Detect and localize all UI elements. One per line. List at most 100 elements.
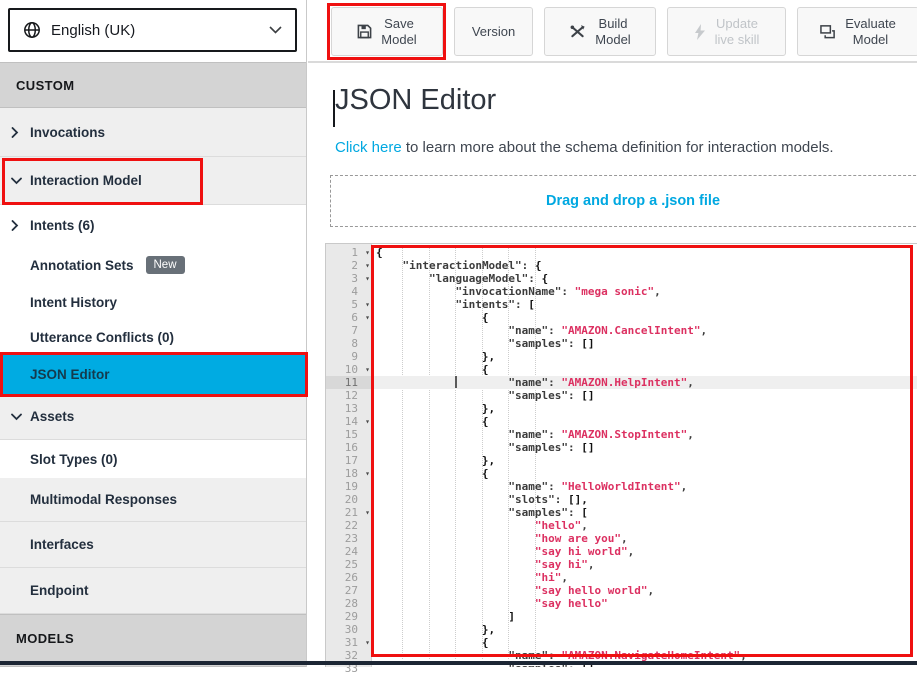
code-line[interactable]: "say hello world",	[372, 584, 917, 597]
code-line[interactable]: "name": "AMAZON.CancelIntent",	[372, 324, 917, 337]
code-line[interactable]: "samples": [	[372, 506, 917, 519]
code-token: {	[482, 311, 489, 324]
code-token: []	[581, 389, 594, 402]
sidebar-item-label: JSON Editor	[30, 367, 110, 382]
code-line[interactable]: "samples": []	[372, 389, 917, 402]
code-line[interactable]: {	[372, 415, 917, 428]
code-line[interactable]: "languageModel": {	[372, 272, 917, 285]
code-line[interactable]: "say hi",	[372, 558, 917, 571]
code-token: []	[581, 441, 594, 454]
version-button[interactable]: Version	[454, 7, 533, 56]
code-token: },	[482, 402, 495, 415]
code-line[interactable]: ]	[372, 610, 917, 623]
line-number: 5▾	[326, 298, 371, 311]
sidebar-item-intent-history[interactable]: Intent History	[0, 284, 306, 320]
build-model-button[interactable]: BuildModel	[544, 7, 656, 56]
schema-help-rest: to learn more about the schema definitio…	[402, 139, 834, 156]
code-token: },	[482, 454, 495, 467]
line-number: 29	[326, 610, 371, 623]
line-number: 23	[326, 532, 371, 545]
sidebar-item-utterance-conflicts[interactable]: Utterance Conflicts (0)	[0, 320, 306, 355]
code-token: "slots":	[508, 493, 568, 506]
sidebar-header-section-custom: CUSTOM	[0, 62, 306, 108]
code-token: "samples":	[508, 441, 581, 454]
json-dropzone[interactable]: Drag and drop a .json file	[330, 175, 917, 227]
code-line[interactable]: "samples": []	[372, 337, 917, 350]
button-label: Updatelive skill	[715, 16, 760, 47]
code-line[interactable]: "samples": []	[372, 441, 917, 454]
code-line[interactable]: "say hi world",	[372, 545, 917, 558]
code-line[interactable]: "name": "AMAZON.StopIntent",	[372, 428, 917, 441]
code-line[interactable]: {	[372, 636, 917, 649]
code-token: "languageModel":	[429, 272, 542, 285]
json-code-editor[interactable]: 1▾2▾3▾45▾6▾78910▾11121314▾15161718▾19202…	[325, 243, 917, 667]
code-line[interactable]: "invocationName": "mega sonic",	[372, 285, 917, 298]
code-line[interactable]: },	[372, 402, 917, 415]
chevron-down-icon	[11, 413, 22, 421]
code-line[interactable]: },	[372, 454, 917, 467]
fold-arrow-icon[interactable]: ▾	[365, 415, 370, 428]
code-line[interactable]: },	[372, 623, 917, 636]
language-selector[interactable]: English (UK)	[8, 8, 297, 52]
fold-arrow-icon[interactable]: ▾	[365, 259, 370, 272]
line-number: 10▾	[326, 363, 371, 376]
line-number: 18▾	[326, 467, 371, 480]
sidebar-item-assets[interactable]: Assets	[0, 394, 306, 440]
code-line[interactable]: "intents": [	[372, 298, 917, 311]
fold-arrow-icon[interactable]: ▾	[365, 272, 370, 285]
code-line[interactable]: "hi",	[372, 571, 917, 584]
sidebar-header-section-models: MODELS	[0, 614, 306, 667]
toolbar: SaveModelVersionBuildModel Updatelive ski…	[308, 0, 917, 63]
code-line[interactable]: "name": "HelloWorldIntent",	[372, 480, 917, 493]
sidebar-item-interaction-model[interactable]: Interaction Model	[0, 157, 306, 205]
sidebar-item-annotation-sets[interactable]: Annotation SetsNew	[0, 246, 306, 284]
lightning-icon	[694, 24, 706, 40]
sidebar-item-label: Utterance Conflicts (0)	[30, 330, 174, 345]
line-number: 30	[326, 623, 371, 636]
sidebar-item-invocations[interactable]: Invocations	[0, 108, 306, 157]
save-model-button[interactable]: SaveModel	[331, 7, 443, 56]
code-line[interactable]: "how are you",	[372, 532, 917, 545]
fold-arrow-icon[interactable]: ▾	[365, 246, 370, 259]
sidebar-item-intents[interactable]: Intents (6)	[0, 205, 306, 246]
code-line[interactable]: "say hello"	[372, 597, 917, 610]
code-line[interactable]: {	[372, 363, 917, 376]
code-token: {	[542, 272, 549, 285]
code-line[interactable]: },	[372, 350, 917, 363]
code-token: ,	[628, 545, 635, 558]
fold-arrow-icon[interactable]: ▾	[365, 636, 370, 649]
evaluate-model-button[interactable]: EvaluateModel	[797, 7, 917, 56]
line-number: 12	[326, 389, 371, 402]
code-line[interactable]: {	[372, 467, 917, 480]
code-token: "say hi"	[535, 558, 588, 571]
fold-arrow-icon[interactable]: ▾	[365, 467, 370, 480]
code-line[interactable]: "name": "AMAZON.HelpIntent",	[372, 376, 917, 389]
sidebar-item-endpoint[interactable]: Endpoint	[0, 568, 306, 614]
editor-code[interactable]: {"interactionModel": {"languageModel": {…	[372, 244, 917, 667]
update-live-skill-button: Updatelive skill	[667, 7, 786, 56]
sidebar-item-multimodal-responses[interactable]: Multimodal Responses	[0, 478, 306, 522]
code-token: "AMAZON.CancelIntent"	[561, 324, 700, 337]
fold-arrow-icon[interactable]: ▾	[365, 311, 370, 324]
fold-arrow-icon[interactable]: ▾	[365, 298, 370, 311]
code-token: ,	[581, 519, 588, 532]
click-here-link[interactable]: Click here	[335, 139, 402, 156]
line-number: 14▾	[326, 415, 371, 428]
code-token: "intents":	[455, 298, 528, 311]
code-token: "samples":	[508, 337, 581, 350]
line-number: 6▾	[326, 311, 371, 324]
chevron-down-icon	[269, 26, 282, 34]
code-line[interactable]: "hello",	[372, 519, 917, 532]
code-token: ,	[561, 571, 568, 584]
fold-arrow-icon[interactable]: ▾	[365, 363, 370, 376]
sidebar-item-json-editor[interactable]: JSON Editor	[0, 355, 306, 394]
code-line[interactable]: {	[372, 311, 917, 324]
code-token: "HelloWorldIntent"	[561, 480, 680, 493]
code-line[interactable]: "slots": [],	[372, 493, 917, 506]
sidebar-item-interfaces[interactable]: Interfaces	[0, 522, 306, 568]
code-line[interactable]: {	[372, 246, 917, 259]
globe-icon	[23, 21, 41, 39]
code-line[interactable]: "interactionModel": {	[372, 259, 917, 272]
fold-arrow-icon[interactable]: ▾	[365, 506, 370, 519]
sidebar-item-slot-types[interactable]: Slot Types (0)	[0, 440, 306, 478]
